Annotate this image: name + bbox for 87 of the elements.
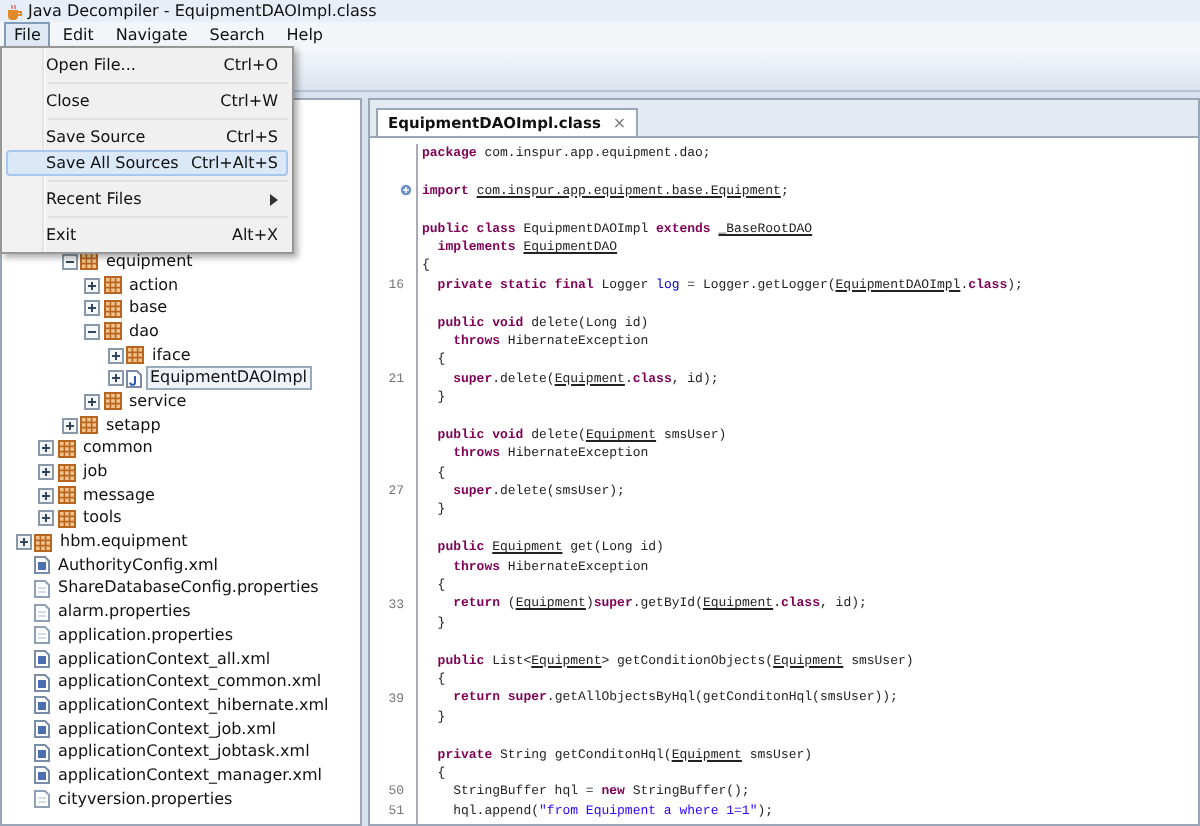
- shortcut-label: Ctrl+Alt+S: [190, 153, 278, 173]
- plus-box-icon[interactable]: [84, 393, 100, 410]
- menu-item[interactable]: Save Source Ctrl+S: [6, 124, 288, 150]
- tree-item[interactable]: hbm.equipment: [56, 530, 192, 555]
- menu-item[interactable]: Edit: [52, 22, 104, 48]
- tree-item[interactable]: tools: [79, 506, 126, 531]
- plus-box-icon[interactable]: [84, 300, 100, 317]
- menu-item-label: Recent Files: [46, 189, 144, 209]
- file-icon: [34, 696, 50, 715]
- minus-box-icon[interactable]: [61, 253, 77, 270]
- file-icon: [34, 626, 50, 645]
- menu-item[interactable]: Exit Alt+X: [6, 222, 288, 248]
- menu-item[interactable]: Save All Sources Ctrl+Alt+S: [6, 150, 288, 176]
- file-icon: [34, 766, 50, 785]
- menu-item[interactable]: Help: [276, 22, 334, 48]
- menu-item[interactable]: Open File... Ctrl+O: [6, 52, 288, 78]
- menu-item-label: Open File...: [46, 55, 138, 75]
- package-icon: [80, 252, 98, 271]
- package-icon: [57, 463, 75, 482]
- package-icon: [103, 276, 121, 295]
- tree-item[interactable]: application.properties: [54, 623, 237, 648]
- file-icon: [126, 369, 142, 388]
- shortcut-label: Alt+X: [231, 225, 278, 245]
- menu-item[interactable]: Search: [199, 22, 275, 48]
- plus-box-icon[interactable]: [38, 510, 54, 527]
- tree-item[interactable]: applicationContext_hibernate.xml: [54, 693, 333, 718]
- close-button[interactable]: ×: [612, 111, 627, 135]
- package-icon: [34, 533, 52, 552]
- file-icon: [34, 743, 50, 762]
- shortcut-label: Ctrl+W: [220, 91, 278, 111]
- tree-item[interactable]: equipment: [102, 249, 197, 274]
- file-icon: [34, 579, 50, 598]
- tree-item[interactable]: service: [125, 389, 191, 414]
- tree-item[interactable]: action: [125, 273, 183, 298]
- file-icon: [34, 556, 50, 575]
- minus-box-icon[interactable]: [84, 323, 100, 340]
- tree-item[interactable]: dao: [125, 319, 163, 344]
- package-icon: [103, 392, 121, 411]
- file-icon: [34, 650, 50, 669]
- package-icon: [126, 346, 144, 365]
- expand-icon[interactable]: [400, 184, 412, 197]
- tree-item[interactable]: alarm.properties: [54, 600, 195, 625]
- tree-item[interactable]: job: [79, 460, 112, 485]
- tree-item[interactable]: applicationContext_jobtask.xml: [54, 740, 314, 765]
- tree-item[interactable]: AuthorityConfig.xml: [54, 553, 222, 578]
- file-icon: [34, 790, 50, 809]
- menu-item[interactable]: File: [4, 22, 51, 48]
- tree-item[interactable]: iface: [148, 343, 195, 368]
- tree-item[interactable]: applicationContext_manager.xml: [54, 763, 326, 788]
- plus-box-icon[interactable]: [15, 534, 31, 551]
- tree-item[interactable]: EquipmentDAOImpl: [146, 366, 312, 391]
- menu-item-label: Close: [46, 91, 92, 111]
- menu-item[interactable]: Navigate: [105, 22, 198, 48]
- shortcut-label: Ctrl+S: [225, 127, 278, 147]
- menu-item[interactable]: Close Ctrl+W: [6, 88, 288, 114]
- menu-item-label: Save Source: [46, 127, 148, 147]
- package-icon: [57, 439, 75, 458]
- tree-item[interactable]: applicationContext_all.xml: [54, 647, 275, 672]
- package-icon: [103, 322, 121, 341]
- package-icon: [80, 416, 98, 435]
- plus-box-icon[interactable]: [38, 464, 54, 481]
- menu-item-label: Save All Sources: [46, 153, 181, 173]
- plus-box-icon[interactable]: [38, 487, 54, 504]
- window-title: Java Decompiler - EquipmentDAOImpl.class: [28, 0, 377, 22]
- menu-item[interactable]: Recent Files: [6, 186, 288, 212]
- plus-box-icon[interactable]: [61, 417, 77, 434]
- file-icon: [34, 720, 50, 739]
- tree-item[interactable]: setapp: [102, 413, 165, 438]
- tree-item[interactable]: ShareDatabaseConfig.properties: [54, 576, 323, 601]
- tree-item[interactable]: base: [125, 296, 172, 321]
- tree-item[interactable]: applicationContext_common.xml: [54, 670, 326, 695]
- package-icon: [57, 509, 75, 528]
- tree-item[interactable]: common: [79, 436, 157, 461]
- shortcut-label: Ctrl+O: [223, 55, 278, 75]
- plus-box-icon[interactable]: [107, 370, 123, 387]
- file-icon: [34, 673, 50, 692]
- plus-box-icon[interactable]: [38, 440, 54, 457]
- package-icon: [103, 299, 121, 318]
- tree-item[interactable]: cityversion.properties: [54, 787, 237, 812]
- package-icon: [57, 486, 75, 505]
- menu-item-label: Exit: [46, 225, 79, 245]
- tree-item[interactable]: applicationContext_job.xml: [54, 717, 280, 742]
- plus-box-icon[interactable]: [84, 277, 100, 294]
- tree-item[interactable]: message: [79, 483, 159, 508]
- plus-box-icon[interactable]: [107, 347, 123, 364]
- file-icon: [34, 603, 50, 622]
- cup-icon: [6, 3, 22, 19]
